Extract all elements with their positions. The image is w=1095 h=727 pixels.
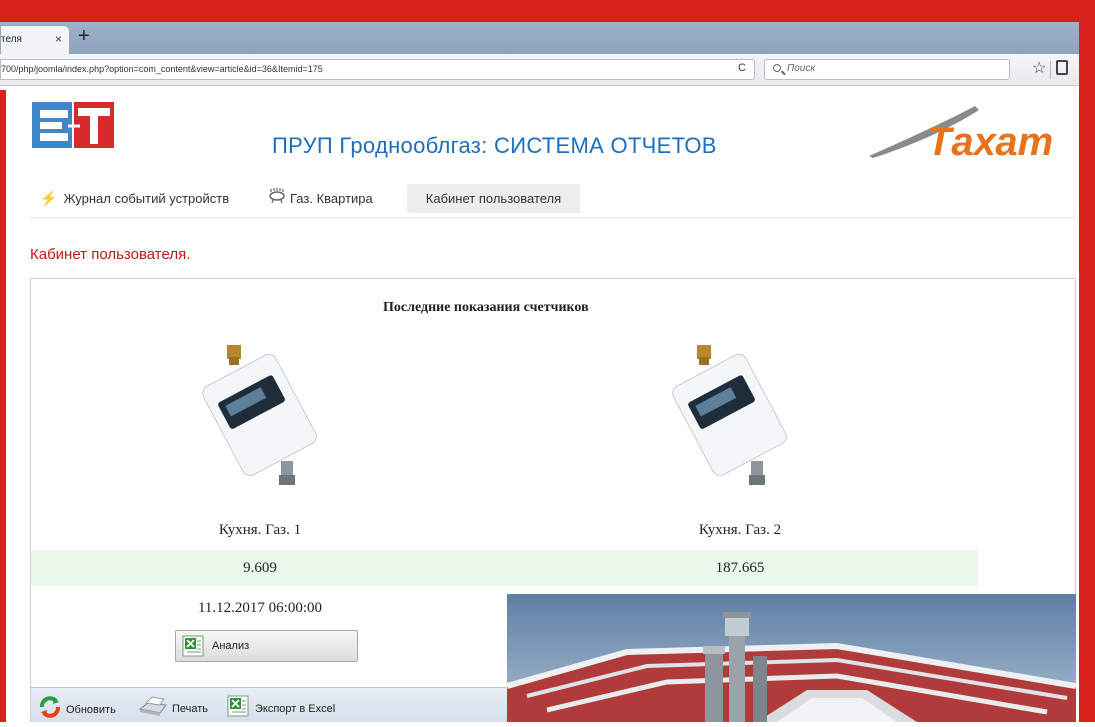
red-frame-left — [0, 90, 6, 722]
bookmark-star-icon[interactable]: ☆ — [1032, 58, 1046, 78]
page-heading: Кабинет пользователя. — [30, 246, 191, 263]
nav-divider — [30, 217, 1075, 218]
print-button[interactable]: Печать — [138, 695, 208, 722]
reading-date: 11.12.2017 06:00:00 — [197, 600, 323, 616]
excel-icon — [227, 695, 249, 722]
nav-item-label: Журнал событий устройств — [63, 190, 230, 206]
svg-text:Тахат: Тахат — [927, 120, 1053, 162]
red-frame-right — [1079, 0, 1095, 722]
excel-icon — [182, 635, 204, 657]
tab-title: теля — [1, 34, 22, 45]
export-button-label: Экспорт в Excel — [255, 702, 336, 715]
rooftop-photo — [506, 594, 1077, 722]
export-excel-button[interactable]: Экспорт в Excel — [227, 695, 335, 722]
meter-values-row — [31, 550, 978, 586]
meter-value: 187.665 — [715, 560, 765, 576]
meter-name: Кухня. Газ. 2 — [698, 522, 782, 538]
gas-meter-image — [665, 343, 795, 493]
url-text: 700/php/joomla/index.php?option=com_cont… — [1, 64, 323, 74]
lightning-icon: ⚡ — [40, 189, 58, 206]
panel-title: Последние показания счетчиков — [383, 300, 589, 315]
address-bar[interactable]: 700/php/joomla/index.php?option=com_cont… — [0, 59, 755, 80]
search-input[interactable]: Поиск — [764, 59, 1010, 80]
print-button-label: Печать — [172, 702, 209, 715]
nav-item-user-cabinet[interactable]: Кабинет пользователя — [407, 184, 580, 213]
analysis-button-label: Анализ — [212, 640, 250, 652]
meter-value: 9.609 — [243, 560, 277, 576]
toolbar-divider — [1050, 61, 1051, 79]
taxat-logo: Тахат — [865, 100, 1070, 164]
refresh-icon — [38, 695, 62, 724]
refresh-button[interactable]: Обновить — [38, 695, 116, 724]
nav-item-gas-apartment[interactable]: Газ. Квартира — [268, 187, 373, 209]
browser-tab-bar — [0, 22, 1079, 54]
reload-icon[interactable]: C — [738, 62, 746, 74]
search-placeholder: Поиск — [787, 63, 816, 74]
red-frame-top — [0, 0, 1095, 22]
est-logo — [30, 98, 118, 152]
close-icon[interactable]: × — [55, 32, 62, 46]
new-tab-icon[interactable]: + — [78, 25, 90, 47]
refresh-button-label: Обновить — [66, 703, 116, 716]
analysis-button[interactable]: Анализ — [175, 630, 358, 662]
printer-icon — [138, 695, 168, 722]
nav-item-device-log[interactable]: ⚡ Журнал событий устройств — [40, 187, 229, 209]
site-title: ПРУП Гроднооблгаз: СИСТЕМА ОТЧЕТОВ — [272, 133, 717, 158]
gas-meter-image — [195, 343, 325, 493]
clipboard-icon[interactable] — [1056, 60, 1068, 75]
search-icon — [773, 64, 781, 72]
meter-name: Кухня. Газ. 1 — [218, 522, 302, 538]
nav-item-label: Газ. Квартира — [290, 190, 373, 206]
nav-item-label: Кабинет пользователя — [425, 191, 562, 206]
gas-stove-icon — [268, 187, 286, 209]
browser-tab[interactable]: теля × — [0, 25, 70, 54]
